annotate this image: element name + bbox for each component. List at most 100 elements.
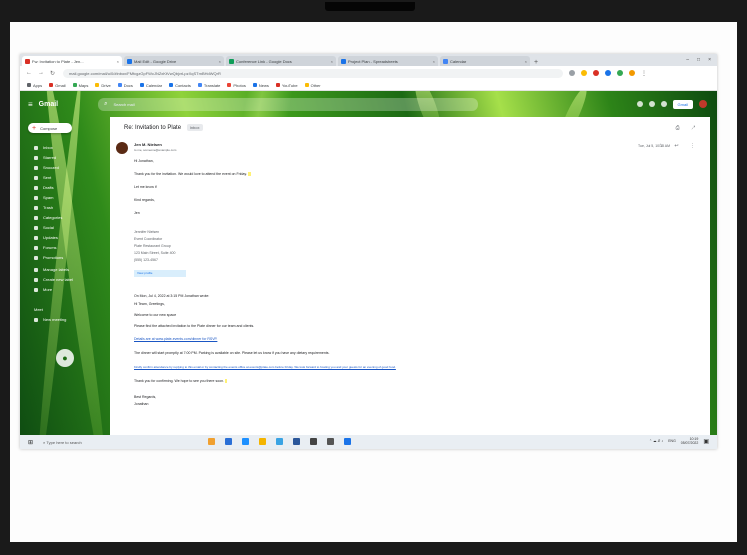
word-icon[interactable]: [293, 438, 300, 445]
account-badge[interactable]: Gmail: [672, 99, 693, 109]
account-avatar[interactable]: [699, 100, 707, 108]
task-view-icon[interactable]: [208, 438, 215, 445]
extension-icon[interactable]: [593, 70, 600, 76]
print-and-open-icons[interactable]: ⎙ ↗: [676, 125, 700, 131]
notifications-icon[interactable]: ▣: [703, 438, 709, 445]
file-explorer-icon[interactable]: [259, 438, 266, 445]
apps-grid-icon[interactable]: [660, 101, 667, 107]
close-window-button[interactable]: ×: [708, 57, 711, 63]
close-tab-icon[interactable]: ×: [117, 59, 119, 64]
browser-tab[interactable]: Project Plan - Spreadsheets ×: [338, 56, 438, 66]
compose-button[interactable]: + Compose: [28, 123, 72, 133]
chrome-icon[interactable]: [327, 438, 334, 445]
windows-start-icon[interactable]: ⊞: [28, 439, 33, 446]
quoted-link[interactable]: Kindly confirm attendance by replying to…: [134, 365, 396, 369]
camera-icon[interactable]: [310, 438, 317, 445]
edge-icon[interactable]: [225, 438, 232, 445]
sidebar-item-categories[interactable]: Categories: [34, 215, 62, 220]
bookmark-star-icon[interactable]: [581, 70, 588, 76]
back-arrow-icon[interactable]: ←: [26, 70, 32, 76]
tab-label: Conference Link - Google Docs: [236, 58, 292, 64]
bookmark-item[interactable]: Drive: [95, 83, 111, 88]
search-mail-input[interactable]: ⌕ Search mail: [98, 97, 479, 111]
sidebar-item-inbox[interactable]: Inbox: [34, 145, 53, 150]
browser-tab[interactable]: Conference Link - Google Docs ×: [226, 56, 336, 66]
search-icon[interactable]: ⌕: [104, 101, 107, 108]
signature-line: (555) 123-4567: [134, 258, 158, 262]
sidebar-item-forums[interactable]: Forums: [34, 245, 57, 250]
bookmark-item[interactable]: Gmail: [49, 83, 66, 88]
new-tab-button[interactable]: +: [534, 59, 538, 66]
tray-icons[interactable]: ⌃ ☁ ⇵ ♪: [649, 439, 663, 443]
bookmark-item[interactable]: Apps: [27, 83, 42, 88]
bookmark-item[interactable]: YouTube: [275, 83, 298, 88]
forward-arrow-icon[interactable]: →: [38, 70, 44, 76]
bookmark-item[interactable]: Translate: [197, 83, 220, 88]
support-icon[interactable]: [636, 101, 643, 107]
browser-tab[interactable]: Calendar ×: [440, 56, 530, 66]
recipients-line[interactable]: to me, someone@example.com: [134, 148, 176, 152]
minimize-button[interactable]: –: [686, 57, 689, 63]
star-reply-more-icons[interactable]: ☆ ↩ ⋮: [659, 143, 700, 149]
sidebar-item-starred[interactable]: Starred: [34, 155, 56, 160]
tag-icon: [34, 255, 38, 260]
bookmark-item[interactable]: Other: [304, 83, 321, 88]
inbox-label-chip[interactable]: Inbox: [186, 124, 203, 131]
taskbar-search-box[interactable]: ⌕ Type here to search: [43, 440, 82, 445]
browser-tab[interactable]: Mail Edit - Google Drive ×: [124, 56, 224, 66]
close-tab-icon[interactable]: ×: [525, 59, 527, 64]
gmail-logo[interactable]: Gmail: [39, 101, 58, 108]
quoted-link[interactable]: Details are at www.plate-events.com/dinn…: [134, 337, 217, 341]
video-icon: [34, 317, 38, 322]
extension-icon[interactable]: [605, 70, 612, 76]
reload-icon[interactable]: ↻: [50, 70, 55, 77]
close-tab-icon[interactable]: ×: [219, 59, 221, 64]
browser-menu-icon[interactable]: ⋮: [641, 70, 647, 77]
signature-profile-button[interactable]: View profile: [134, 270, 186, 277]
gmail-sidebar: + Compose Inbox Starred Snoozed Sent Dra…: [20, 117, 108, 435]
teams-icon[interactable]: [344, 438, 351, 445]
draft-icon: [34, 185, 38, 190]
sidebar-item-snoozed[interactable]: Snoozed: [34, 165, 59, 170]
sidebar-item-spam[interactable]: Spam: [34, 195, 53, 200]
bookmark-item[interactable]: Calendar: [139, 83, 162, 88]
bookmark-item[interactable]: News: [252, 83, 269, 88]
sender-name[interactable]: Jen M. Nielsen: [134, 142, 162, 147]
sidebar-item-trash[interactable]: Trash: [34, 205, 53, 210]
sidebar-item-drafts[interactable]: Drafts: [34, 185, 54, 190]
signature-line: 123 Main Street, Suite 400: [134, 251, 176, 255]
url-field[interactable]: mail.google.com/mail/u/0/#inbox/FMfcgzGp…: [63, 68, 564, 78]
highlight-mark: [247, 172, 251, 176]
sidebar-item-manage-labels[interactable]: Manage labels: [34, 267, 69, 272]
close-tab-icon[interactable]: ×: [331, 59, 333, 64]
sidebar-item-sent[interactable]: Sent: [34, 175, 51, 180]
share-icon[interactable]: [569, 70, 576, 76]
mail-app-icon[interactable]: [276, 438, 283, 445]
hangouts-avatar-icon[interactable]: ●: [56, 349, 74, 367]
sidebar-item-promotions[interactable]: Promotions: [34, 255, 63, 260]
maximize-button[interactable]: □: [697, 57, 700, 63]
bookmark-item[interactable]: Photos: [227, 83, 246, 88]
profile-avatar[interactable]: [629, 70, 636, 76]
sidebar-item-more[interactable]: More: [34, 287, 52, 292]
monitor-bezel: [0, 0, 747, 11]
photos-icon: [227, 83, 232, 87]
bookmark-item[interactable]: Contacts: [169, 83, 191, 88]
close-tab-icon[interactable]: ×: [433, 59, 435, 64]
bookmark-item[interactable]: Docs: [117, 83, 133, 88]
quoted-line: Hi Team, Greetings,: [134, 302, 165, 306]
sidebar-item-updates[interactable]: Updates: [34, 235, 58, 240]
clock[interactable]: 10:19 05/07/2022: [681, 437, 699, 445]
youtube-icon: [275, 83, 280, 87]
extension-icon[interactable]: [617, 70, 624, 76]
language-indicator[interactable]: ENG: [668, 439, 676, 443]
sidebar-item-new-meeting[interactable]: New meeting: [34, 317, 66, 322]
main-menu-icon[interactable]: ≡: [28, 100, 33, 109]
sidebar-item-social[interactable]: Social: [34, 225, 54, 230]
bookmark-item[interactable]: Maps: [72, 83, 88, 88]
sidebar-item-create-label[interactable]: Create new label: [34, 277, 73, 282]
bookmarks-bar: Apps Gmail Maps Drive Docs Calendar Cont…: [20, 80, 717, 91]
store-icon[interactable]: [242, 438, 249, 445]
browser-tab-active[interactable]: Fw: Invitation to Plate - Jen... ×: [22, 56, 122, 66]
settings-gear-icon[interactable]: [648, 101, 655, 107]
